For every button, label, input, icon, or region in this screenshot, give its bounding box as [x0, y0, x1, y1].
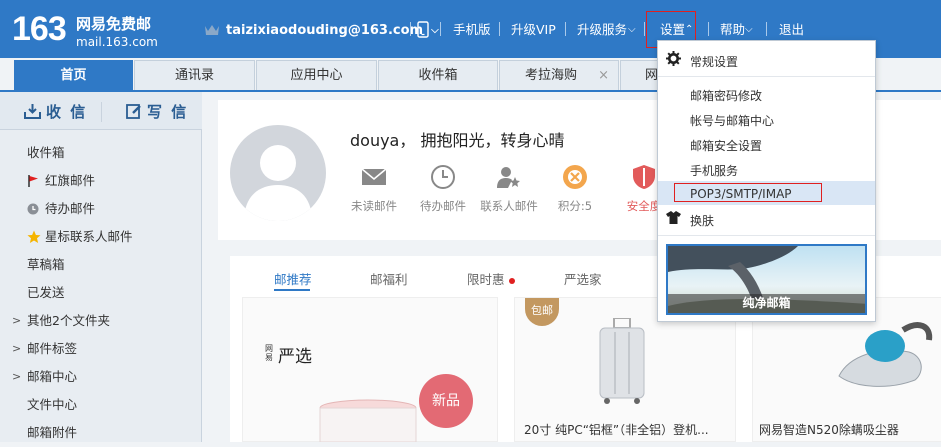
chevron-right-icon: >: [12, 370, 22, 383]
logout-link[interactable]: 退出: [779, 22, 804, 38]
chevron-right-icon: >: [12, 342, 22, 355]
sidebar-item-todo[interactable]: 待办邮件: [0, 195, 202, 223]
red-flag-icon: [28, 175, 38, 187]
sidebar-item-attachments[interactable]: 邮箱附件: [0, 419, 202, 447]
tab-kaola-label: 考拉海购: [525, 68, 578, 83]
sidebar-item-mail-center[interactable]: > 邮箱中心: [0, 363, 202, 391]
gear-icon: [666, 51, 681, 66]
compose-button[interactable]: 写 信: [126, 100, 188, 122]
sidebar-item-sent[interactable]: 已发送: [0, 279, 202, 307]
star-icon: [27, 230, 41, 243]
suitcase-image: [599, 318, 645, 404]
free-shipping-badge: 包邮: [525, 298, 559, 326]
promo-tab-welfare[interactable]: 邮福利: [370, 269, 408, 288]
pencil-edit-icon: [126, 104, 141, 119]
chevron-down-icon: ⌵: [745, 24, 753, 35]
sidebar-item-starred[interactable]: 星标联系人邮件: [0, 223, 202, 251]
receive-button[interactable]: 收 信: [24, 100, 87, 122]
upgrade-vip-link[interactable]: 升级VIP: [511, 22, 556, 38]
contact-star-icon: [497, 167, 520, 188]
dropdown-general-settings[interactable]: 常规设置: [690, 53, 738, 70]
avatar[interactable]: [230, 125, 326, 221]
tshirt-icon: [666, 211, 681, 224]
chevron-down-icon: ⌵: [628, 24, 636, 35]
promo-tab-recommend[interactable]: 邮推荐: [274, 269, 312, 288]
sidebar-item-file-center[interactable]: 文件中心: [0, 391, 202, 419]
inbox-download-icon: [24, 104, 41, 119]
new-product-badge: 新品: [419, 374, 473, 428]
tab-app-center[interactable]: 应用中心: [256, 60, 377, 90]
user-account-menu[interactable]: taizixiaodouding@163.com ⌵: [204, 20, 439, 40]
yanxuan-logo-small: 网易: [265, 344, 273, 362]
mobile-version-link[interactable]: 手机版: [453, 22, 491, 38]
help-link[interactable]: 帮助: [720, 22, 745, 38]
stat-todo[interactable]: 待办邮件: [408, 164, 478, 214]
clock-icon: [27, 203, 39, 215]
stat-unread[interactable]: 未读邮件: [339, 164, 409, 214]
sidebar-item-tags[interactable]: > 邮件标签: [0, 335, 202, 363]
close-icon[interactable]: ×: [598, 61, 609, 91]
promo-item-luggage-title: 20寸 纯PC“铝框”（非全铝）登机...: [524, 423, 709, 437]
mobile-phone-icon[interactable]: [417, 21, 429, 38]
skin-banner-caption: 纯净邮箱: [668, 294, 865, 313]
dropdown-account-center[interactable]: 帐号与邮箱中心: [690, 112, 774, 129]
promo-item-vacuum-title: 网易智造N520除螨吸尘器: [759, 423, 899, 437]
tab-home[interactable]: 首页: [14, 60, 133, 90]
glass-cup-image: [319, 399, 417, 442]
clock-icon: [431, 165, 455, 189]
sidebar-item-flagged[interactable]: 红旗邮件: [0, 167, 202, 195]
logo-title: 网易免费邮: [76, 15, 152, 33]
user-silhouette-icon: [244, 145, 312, 221]
compose-label: 写 信: [147, 102, 189, 121]
chevron-right-icon: >: [12, 314, 22, 327]
points-coin-icon: [563, 165, 587, 189]
stat-contact-mail[interactable]: 联系人邮件: [474, 164, 544, 214]
dropdown-password-change[interactable]: 邮箱密码修改: [690, 87, 762, 104]
crown-icon: [205, 25, 219, 35]
stat-points[interactable]: 积分:5: [540, 164, 610, 214]
user-email: taizixiaodouding@163.com: [226, 22, 424, 38]
pop3-highlight-box: [674, 183, 822, 202]
chevron-down-icon: ⌵: [431, 24, 439, 36]
receive-label: 收 信: [46, 102, 88, 121]
shield-icon: [633, 165, 655, 189]
sidebar-item-drafts[interactable]: 草稿箱: [0, 251, 202, 279]
promo-tab-underline: [274, 289, 310, 291]
promo-tab-limited[interactable]: 限时惠: [467, 269, 515, 288]
logo-number[interactable]: 163: [12, 12, 67, 46]
red-dot-icon: [508, 277, 515, 284]
promo-card-yanxuan[interactable]: 网易 严选 新品: [242, 297, 498, 442]
dropdown-mobile-service[interactable]: 手机服务: [690, 162, 738, 179]
tab-inbox[interactable]: 收件箱: [378, 60, 498, 90]
dropdown-security-settings[interactable]: 邮箱安全设置: [690, 137, 762, 154]
upgrade-service-link[interactable]: 升级服务: [577, 22, 627, 38]
greeting-text: douya， 拥抱阳光，转身心晴: [350, 131, 565, 150]
tab-contacts[interactable]: 通讯录: [134, 60, 255, 90]
sidebar-item-inbox[interactable]: 收件箱: [0, 139, 202, 167]
dropdown-change-skin[interactable]: 换肤: [690, 212, 714, 229]
sidebar-item-other-folders[interactable]: > 其他2个文件夹: [0, 307, 202, 335]
promo-tab-yanxuan[interactable]: 严选家: [564, 269, 602, 288]
yanxuan-logo-big: 严选: [278, 347, 312, 367]
envelope-icon: [361, 168, 387, 185]
vacuum-cleaner-image: [838, 322, 933, 387]
tab-kaola[interactable]: 考拉海购 ×: [499, 60, 619, 90]
logo-domain: mail.163.com: [76, 35, 158, 49]
